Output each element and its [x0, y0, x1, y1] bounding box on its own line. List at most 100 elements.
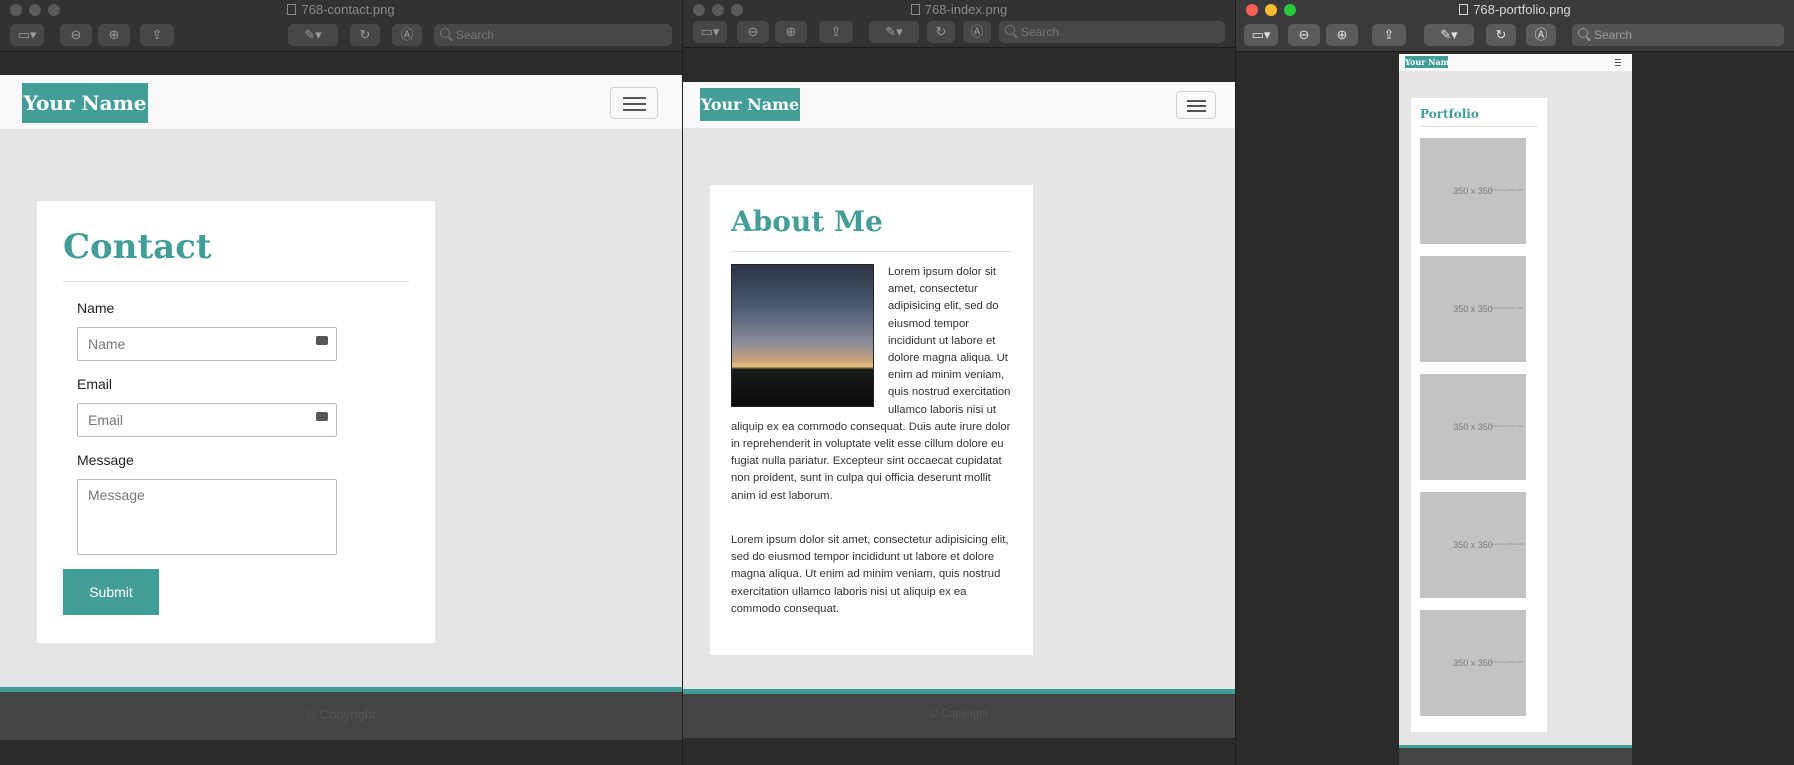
window-title: 768-contact.png	[0, 2, 682, 18]
rotate-icon: ↻	[359, 27, 371, 42]
name-label: Name	[77, 300, 115, 316]
hamburger-icon	[1186, 100, 1206, 102]
share-button[interactable]: ⇪	[140, 24, 174, 46]
rotate-button[interactable]: ↻	[350, 24, 380, 46]
submit-button[interactable]: Submit	[63, 569, 159, 615]
sidebar-toggle-button[interactable]: ▭▾	[10, 24, 44, 46]
share-button[interactable]: ⇪	[819, 21, 853, 43]
annotate-icon: Ⓐ	[970, 24, 984, 39]
search-field[interactable]: Search	[999, 21, 1225, 43]
annotate-button[interactable]: Ⓐ	[392, 24, 422, 46]
about-paragraph-2: Lorem ipsum dolor sit amet, consectetur …	[731, 534, 1009, 615]
preview-window-index: 768-index.png ▭▾ ⊖ ⊕ ⇪ ✎▾ ↻ Ⓐ Search You…	[683, 0, 1235, 765]
message-label: Message	[77, 452, 134, 468]
window-title: 768-index.png	[683, 2, 1235, 18]
document-icon	[287, 4, 297, 15]
zoom-in-icon: ⊕	[1336, 27, 1348, 42]
markup-icon: ✎▾	[304, 27, 322, 42]
zoom-out-button[interactable]: ⊖	[60, 24, 92, 46]
email-label: Email	[77, 376, 113, 392]
name-field[interactable]: Name	[77, 327, 337, 361]
portfolio-thumbnail[interactable]: 350 x 350 Powered by HTML.COM	[1420, 492, 1526, 598]
markup-button[interactable]: ✎▾	[1424, 24, 1474, 46]
divider	[63, 281, 409, 282]
autofill-icon[interactable]	[316, 336, 328, 345]
page-title: Contact	[63, 227, 212, 267]
autofill-icon[interactable]	[316, 412, 328, 421]
hamburger-menu-button[interactable]	[1612, 58, 1624, 66]
markup-button[interactable]: ✎▾	[869, 21, 919, 43]
share-icon: ⇪	[1383, 27, 1395, 42]
profile-photo	[731, 264, 874, 407]
zoom-out-icon: ⊖	[747, 24, 759, 39]
zoom-in-button[interactable]: ⊕	[98, 24, 130, 46]
email-field[interactable]: Email	[77, 403, 337, 437]
zoom-in-button[interactable]: ⊕	[1326, 24, 1358, 46]
rotate-button[interactable]: ↻	[1486, 24, 1516, 46]
markup-button[interactable]: ✎▾	[288, 24, 338, 46]
annotate-button[interactable]: Ⓐ	[1526, 24, 1556, 46]
hamburger-icon	[622, 97, 646, 99]
search-field[interactable]: Search	[1572, 24, 1784, 46]
preview-window-portfolio: 768-portfolio.png ▭▾ ⊖ ⊕ ⇪ ✎▾ ↻ Ⓐ Search…	[1236, 0, 1794, 765]
preview-window-contact: 768-contact.png ▭▾ ⊖ ⊕ ⇪ ✎▾ ↻ Ⓐ Search Y…	[0, 0, 682, 765]
hamburger-icon	[1615, 59, 1621, 60]
search-icon	[1005, 25, 1015, 35]
webpage-portfolio: Your Name Portfolio 350 x 350 Powered by …	[1399, 54, 1632, 765]
copyright-text: © Copyright	[306, 707, 376, 722]
portfolio-thumbnail[interactable]: 350 x 350 Powered by HTML.COM	[1420, 256, 1526, 362]
brand-logo[interactable]: Your Name	[22, 83, 148, 123]
window-toolbar: 768-index.png ▭▾ ⊖ ⊕ ⇪ ✎▾ ↻ Ⓐ Search	[683, 0, 1235, 48]
rotate-button[interactable]: ↻	[927, 21, 955, 43]
share-icon: ⇪	[151, 27, 163, 42]
contact-card: Contact Name Name Email Email Message Me…	[37, 201, 435, 643]
portfolio-thumbnail[interactable]: 350 x 350 Powered by HTML.COM	[1420, 138, 1526, 244]
window-title: 768-portfolio.png	[1236, 2, 1794, 18]
portfolio-thumbnail[interactable]: 350 x 350 Powered by HTML.COM	[1420, 610, 1526, 716]
zoom-in-icon: ⊕	[108, 27, 120, 42]
annotate-button[interactable]: Ⓐ	[963, 21, 991, 43]
footer: © Copyright	[683, 689, 1235, 738]
markup-icon: ✎▾	[885, 24, 903, 39]
hamburger-menu-button[interactable]	[610, 87, 658, 119]
page-title: Portfolio	[1420, 107, 1479, 121]
zoom-out-button[interactable]: ⊖	[737, 21, 769, 43]
webpage-contact: Your Name Contact Name Name Email Email …	[0, 75, 682, 740]
about-paragraph-1: Lorem ipsum dolor sit amet, consectetur …	[731, 264, 1011, 502]
brand-logo[interactable]: Your Name	[1405, 56, 1454, 68]
message-field[interactable]: Message	[77, 479, 337, 555]
navbar: Your Name	[0, 75, 682, 129]
share-icon: ⇪	[830, 24, 842, 39]
share-button[interactable]: ⇪	[1372, 24, 1406, 46]
search-icon	[440, 28, 450, 38]
webpage-index: Your Name About Me Lorem ipsum dolor sit…	[683, 82, 1235, 738]
window-toolbar: 768-portfolio.png ▭▾ ⊖ ⊕ ⇪ ✎▾ ↻ Ⓐ Search	[1236, 0, 1794, 52]
hamburger-menu-button[interactable]	[1176, 91, 1216, 119]
footer: © Copyright	[0, 687, 682, 740]
footer	[1399, 745, 1632, 765]
about-card: About Me Lorem ipsum dolor sit amet, con…	[710, 185, 1033, 655]
navbar: Your Name	[683, 82, 1235, 128]
sidebar-toggle-button[interactable]: ▭▾	[1244, 24, 1278, 46]
window-toolbar: 768-contact.png ▭▾ ⊖ ⊕ ⇪ ✎▾ ↻ Ⓐ Search	[0, 0, 682, 52]
portfolio-card: Portfolio 350 x 350 Powered by HTML.COM 3…	[1411, 98, 1547, 732]
copyright-text: © Copyright	[929, 708, 989, 720]
sidebar-icon: ▭▾	[700, 24, 720, 39]
search-field[interactable]: Search	[434, 24, 672, 46]
markup-icon: ✎▾	[1440, 27, 1458, 42]
zoom-out-button[interactable]: ⊖	[1288, 24, 1320, 46]
brand-logo[interactable]: Your Name	[700, 88, 800, 121]
sidebar-icon: ▭▾	[1251, 27, 1271, 42]
zoom-in-button[interactable]: ⊕	[775, 21, 807, 43]
sidebar-toggle-button[interactable]: ▭▾	[693, 21, 727, 43]
annotate-icon: Ⓐ	[400, 27, 414, 42]
zoom-in-icon: ⊕	[785, 24, 797, 39]
portfolio-thumbnail[interactable]: 350 x 350 Powered by HTML.COM	[1420, 374, 1526, 480]
zoom-out-icon: ⊖	[70, 27, 82, 42]
document-icon	[1459, 4, 1469, 15]
navbar: Your Name	[1399, 54, 1632, 71]
document-icon	[910, 4, 920, 15]
rotate-icon: ↻	[1495, 27, 1507, 42]
divider	[731, 251, 1012, 252]
annotate-icon: Ⓐ	[1534, 27, 1548, 42]
